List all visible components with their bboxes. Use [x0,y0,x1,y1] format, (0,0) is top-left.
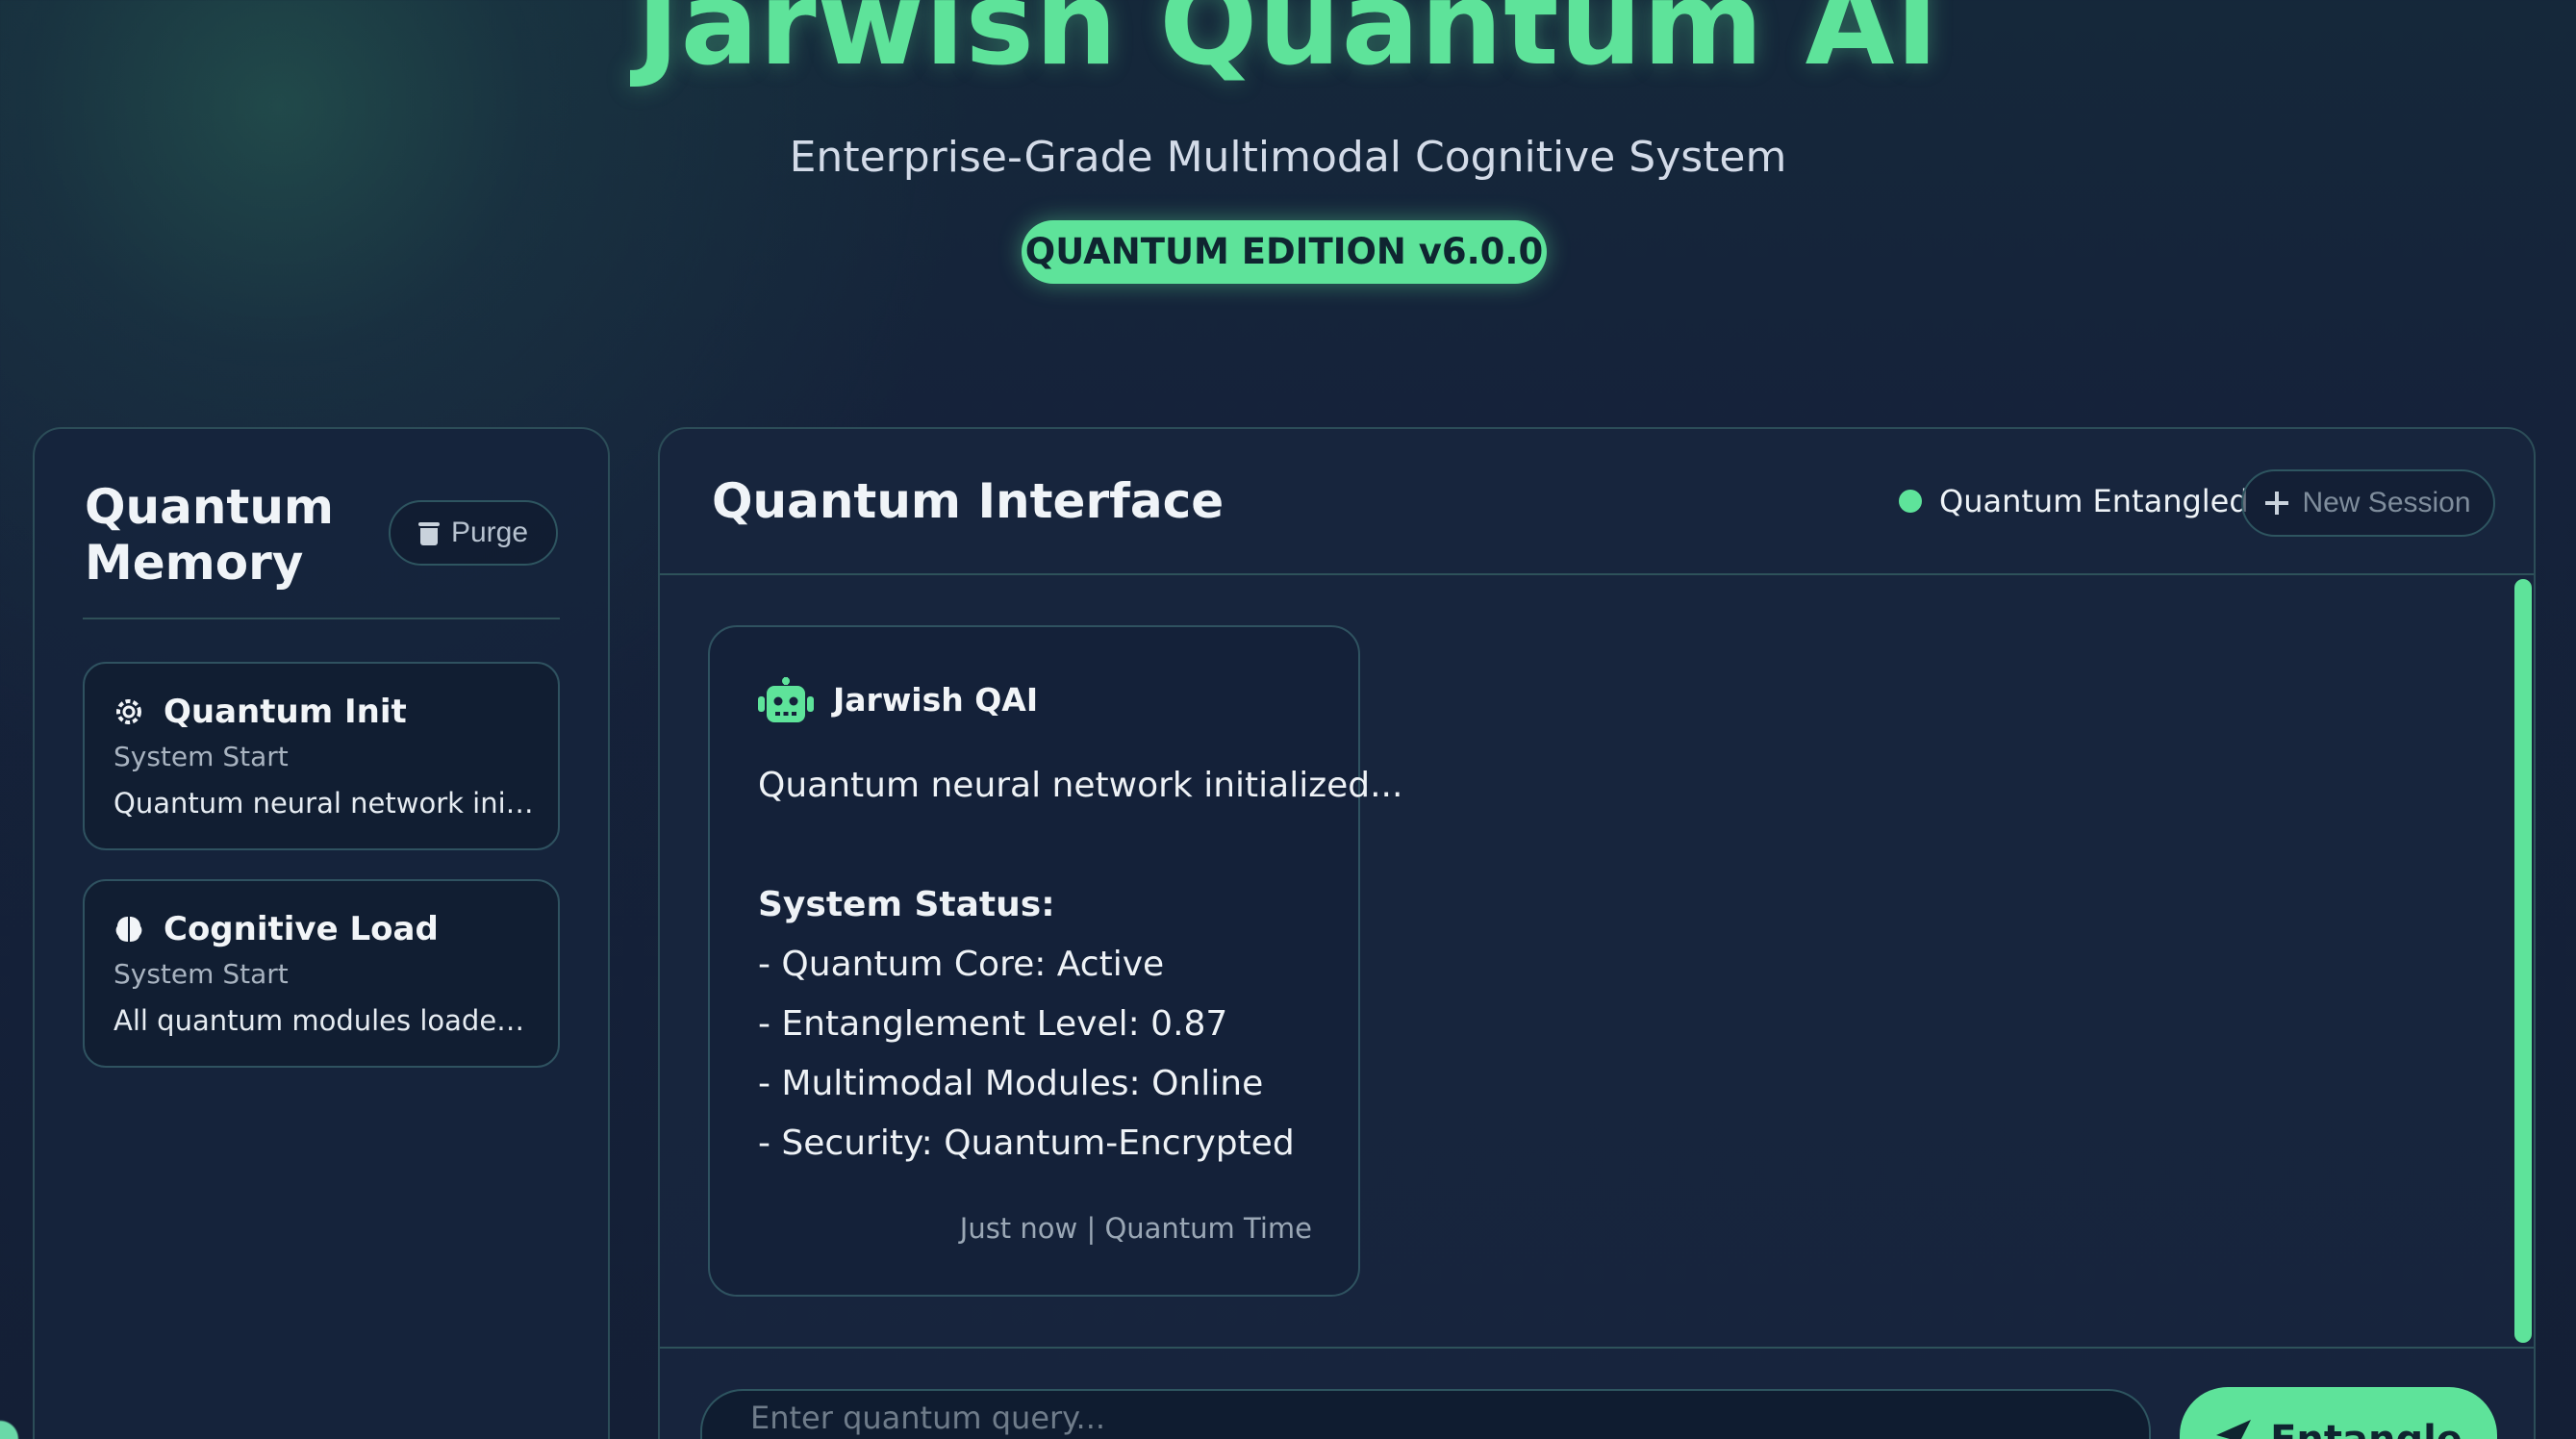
message-line: - Security: Quantum-Encrypted [758,1123,1295,1163]
chat-input-bar: Entangle [660,1347,2534,1439]
corner-accent [0,1406,33,1439]
chat-panel: Quantum Interface Quantum Entangled New … [658,427,2536,1439]
robot-icon [758,677,814,722]
memory-item-preview: All quantum modules loaded su... [114,1004,537,1037]
sidebar-divider [83,618,560,619]
scrollbar[interactable] [2514,579,2532,1343]
message-line: - Entanglement Level: 0.87 [758,1004,1228,1044]
sidebar-title: Quantum Memory [85,479,335,591]
plus-icon [2265,492,2289,515]
message-line: - Quantum Core: Active [758,945,1165,984]
connection-status: Quantum Entangled [1899,483,2249,519]
entangle-button[interactable]: Entangle [2180,1387,2497,1439]
message-line: Quantum neural network initialized... [758,766,1403,805]
paper-plane-icon [2216,1420,2252,1439]
chat-title: Quantum Interface [712,473,1225,529]
brain-icon [115,917,142,942]
entangle-label: Entangle [2270,1418,2462,1439]
memory-item-title: Cognitive Load [164,910,439,948]
memory-item-preview: Quantum neural network initiali... [114,787,537,820]
trash-icon [417,520,440,545]
message-sender: Jarwish QAI [833,681,1039,719]
app-subtitle: Enterprise-Grade Multimodal Cognitive Sy… [789,133,1787,182]
memory-sidebar: Quantum Memory Purge Quantum Init System… [33,427,610,1439]
atom-gear-icon [116,699,141,724]
message-timestamp: Just now | Quantum Time [959,1212,1312,1245]
status-label: Quantum Entangled [1939,483,2249,519]
bot-message: Jarwish QAI Quantum neural network initi… [708,625,1402,1297]
message-line: System Status: [758,885,1055,924]
memory-item-title: Quantum Init [164,693,407,731]
query-input[interactable] [700,1389,2151,1439]
new-session-button[interactable]: New Session [2241,469,2495,537]
memory-item-subtitle: System Start [114,958,289,990]
memory-item-subtitle: System Start [114,741,289,772]
edition-badge: QUANTUM EDITION v6.0.0 [1022,220,1547,284]
message-list[interactable]: Jarwish QAI Quantum neural network initi… [660,577,2534,1347]
memory-item-cognitive-load[interactable]: Cognitive Load System Start All quantum … [83,879,560,1068]
purge-button[interactable]: Purge [389,500,558,566]
new-session-label: New Session [2302,487,2471,518]
message-line: - Multimodal Modules: Online [758,1064,1264,1103]
memory-item-quantum-init[interactable]: Quantum Init System Start Quantum neural… [83,662,560,850]
purge-label: Purge [450,517,529,548]
app-title: Jarwish Quantum AI [636,0,1940,91]
chat-header: Quantum Interface Quantum Entangled New … [660,429,2534,575]
status-dot-icon [1899,490,1922,513]
